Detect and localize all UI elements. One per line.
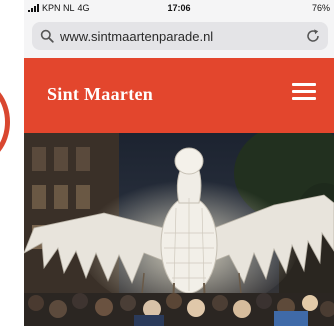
hamburger-menu-icon[interactable] — [292, 83, 316, 101]
parade-photo — [24, 133, 334, 326]
status-bar: KPN NL 4G 17:06 76% — [24, 0, 334, 18]
reload-icon[interactable] — [304, 27, 322, 45]
site-title[interactable]: Sint Maarten — [47, 84, 153, 105]
status-time: 17:06 — [167, 3, 191, 13]
address-bar[interactable]: www.sintmaartenparade.nl — [32, 22, 328, 50]
phone-screen: KPN NL 4G 17:06 76% www.sintmaartenparad… — [24, 0, 334, 326]
battery-label: 76% — [311, 3, 330, 13]
crowd — [24, 293, 334, 326]
logo-ring — [0, 80, 10, 164]
url-text[interactable]: www.sintmaartenparade.nl — [60, 29, 213, 44]
site-header: Sint Maarten — [24, 58, 334, 133]
hero-parade-photo — [24, 133, 334, 326]
search-icon — [40, 29, 54, 43]
background-logo-fragment — [0, 0, 24, 326]
